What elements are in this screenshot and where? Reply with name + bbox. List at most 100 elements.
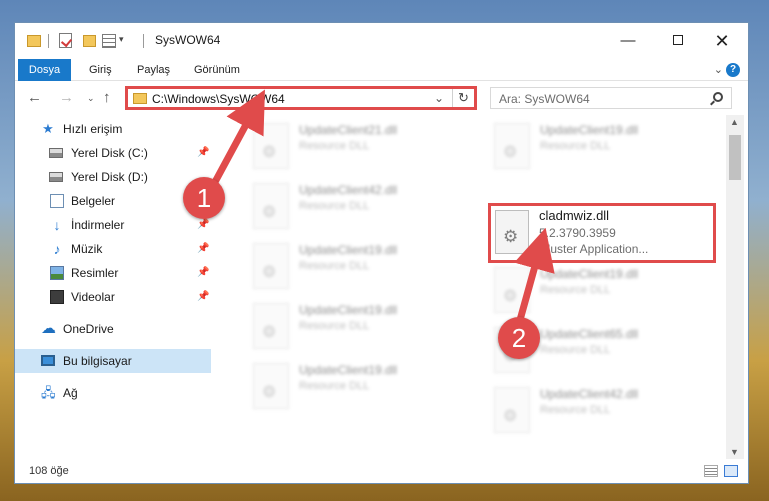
new-folder-icon[interactable] bbox=[83, 35, 96, 47]
vertical-scrollbar[interactable]: ▲ ▼ bbox=[726, 115, 744, 459]
rename-icon[interactable] bbox=[102, 34, 116, 48]
sidebar-item-label: Bu bilgisayar bbox=[63, 354, 132, 368]
videos-icon bbox=[50, 290, 64, 304]
file-type: Resource DLL bbox=[299, 200, 370, 212]
step-2-badge: 2 bbox=[498, 317, 540, 359]
pin-icon[interactable]: 📌 bbox=[197, 243, 209, 254]
onedrive-icon: ☁ bbox=[41, 320, 56, 337]
sidebar-item-label: Müzik bbox=[71, 242, 103, 256]
sidebar-item-documents[interactable]: Belgeler 📌 bbox=[15, 189, 211, 213]
minimize-button[interactable]: — bbox=[608, 29, 648, 53]
recent-locations-button[interactable]: ⌄ bbox=[87, 93, 95, 104]
scroll-down-icon[interactable]: ▼ bbox=[730, 447, 739, 457]
documents-icon bbox=[50, 194, 64, 208]
tab-home[interactable]: Giriş bbox=[89, 59, 112, 81]
explorer-window: ▾ SysWOW64 — ✕ Dosya Giriş Paylaş Görünü… bbox=[14, 22, 749, 484]
sidebar-item-label: Belgeler bbox=[71, 194, 116, 208]
pictures-icon bbox=[50, 266, 64, 280]
refresh-button[interactable]: ↻ bbox=[452, 89, 474, 107]
scrollbar-thumb[interactable] bbox=[729, 135, 741, 180]
file-name: UpdateClient21.dll bbox=[299, 123, 398, 137]
file-version: 5.2.3790.3959 bbox=[539, 226, 616, 240]
expand-ribbon-icon[interactable]: ⌄ bbox=[714, 63, 723, 76]
this-pc-icon bbox=[41, 355, 55, 366]
pin-icon[interactable]: 📌 bbox=[197, 291, 209, 302]
highlighted-file-tile[interactable]: cladmwiz.dll 5.2.3790.3959 Cluster Appli… bbox=[488, 203, 716, 263]
tab-share[interactable]: Paylaş bbox=[137, 59, 170, 81]
properties-check-icon[interactable] bbox=[59, 33, 72, 48]
file-name: UpdateClient19.dll bbox=[299, 303, 398, 317]
maximize-button[interactable] bbox=[658, 29, 698, 53]
file-name: cladmwiz.dll bbox=[539, 208, 610, 223]
quick-access-dropdown-icon[interactable]: ▾ bbox=[119, 34, 124, 50]
pin-icon[interactable]: 📌 bbox=[197, 147, 209, 158]
sidebar-item-local-disk-d[interactable]: Yerel Disk (D:) bbox=[15, 165, 211, 189]
sidebar-item-this-pc[interactable]: Bu bilgisayar bbox=[15, 349, 211, 373]
pin-icon[interactable]: 📌 bbox=[197, 219, 209, 230]
sidebar-item-videos[interactable]: Videolar 📌 bbox=[15, 285, 211, 309]
sidebar-item-label: İndirmeler bbox=[71, 218, 125, 232]
tab-view[interactable]: Görünüm bbox=[194, 59, 240, 81]
help-icon[interactable]: ? bbox=[726, 63, 740, 77]
large-icons-view-icon[interactable] bbox=[724, 465, 738, 477]
file-tile[interactable]: UpdateClient19.dll Resource DLL bbox=[249, 301, 479, 355]
navigation-bar: ← → ⌄ ↑ C:\Windows\SysWOW64 ⌄ ↻ Ara: Sys… bbox=[15, 81, 748, 115]
file-name: UpdateClient19.dll bbox=[299, 363, 398, 377]
sidebar-item-network[interactable]: 🖧 Ağ bbox=[15, 381, 211, 405]
file-type: Resource DLL bbox=[299, 320, 370, 332]
address-dropdown-icon[interactable]: ⌄ bbox=[434, 91, 444, 105]
file-type: Resource DLL bbox=[299, 260, 370, 272]
file-type: Resource DLL bbox=[540, 344, 611, 356]
sidebar-item-label: Yerel Disk (C:) bbox=[71, 146, 148, 160]
close-button[interactable]: ✕ bbox=[702, 29, 742, 53]
file-tile[interactable]: UpdateClient19.dll Resource DLL bbox=[249, 361, 479, 415]
sidebar-item-music[interactable]: ♪ Müzik 📌 bbox=[15, 237, 211, 261]
file-type: Resource DLL bbox=[540, 284, 611, 296]
search-icon[interactable] bbox=[713, 92, 723, 102]
dll-file-icon bbox=[494, 387, 530, 433]
sidebar-item-label: OneDrive bbox=[63, 322, 114, 336]
scroll-up-icon[interactable]: ▲ bbox=[730, 117, 739, 127]
up-button[interactable]: ↑ bbox=[103, 89, 111, 106]
forward-button[interactable]: → bbox=[59, 89, 74, 106]
sidebar-item-quick-access[interactable]: ★ Hızlı erişim bbox=[15, 117, 211, 141]
drive-icon bbox=[49, 148, 63, 158]
file-name: UpdateClient19.dll bbox=[540, 267, 639, 281]
file-tile[interactable]: UpdateClient21.dll Resource DLL bbox=[249, 121, 479, 175]
file-name: UpdateClient42.dll bbox=[299, 183, 398, 197]
tab-file[interactable]: Dosya bbox=[18, 59, 71, 81]
file-tile[interactable]: UpdateClient19.dll Resource DLL bbox=[490, 121, 720, 175]
file-description: Cluster Application... bbox=[539, 242, 649, 256]
file-tile[interactable]: UpdateClient19.dll Resource DLL bbox=[249, 241, 479, 295]
sidebar-item-local-disk-c[interactable]: Yerel Disk (C:) 📌 bbox=[15, 141, 211, 165]
file-name: UpdateClient19.dll bbox=[540, 123, 639, 137]
sidebar-item-pictures[interactable]: Resimler 📌 bbox=[15, 261, 211, 285]
toolbar-separator bbox=[48, 34, 49, 48]
search-placeholder: Ara: SysWOW64 bbox=[499, 92, 590, 106]
dll-file-icon bbox=[494, 123, 530, 169]
navigation-pane: ★ Hızlı erişim Yerel Disk (C:) 📌 Yerel D… bbox=[15, 115, 215, 459]
address-bar[interactable]: C:\Windows\SysWOW64 ⌄ ↻ bbox=[125, 86, 477, 110]
file-tile[interactable]: UpdateClient42.dll Resource DLL bbox=[490, 385, 720, 439]
window-title: SysWOW64 bbox=[155, 33, 221, 47]
sidebar-item-label: Resimler bbox=[71, 266, 119, 280]
address-path[interactable]: C:\Windows\SysWOW64 bbox=[152, 92, 285, 106]
sidebar-item-downloads[interactable]: ↓ İndirmeler 📌 bbox=[15, 213, 211, 237]
back-button[interactable]: ← bbox=[27, 89, 42, 106]
music-icon: ♪ bbox=[53, 241, 61, 257]
dll-file-icon bbox=[495, 210, 529, 254]
ribbon: Dosya Giriş Paylaş Görünüm ⌄ ? bbox=[15, 59, 748, 81]
folder-icon bbox=[133, 93, 147, 104]
downloads-icon: ↓ bbox=[53, 217, 61, 233]
file-tile[interactable]: UpdateClient42.dll Resource DLL bbox=[249, 181, 479, 235]
details-view-icon[interactable] bbox=[704, 465, 718, 477]
file-tile[interactable]: UpdateClient19.dll Resource DLL bbox=[490, 265, 720, 319]
pin-icon[interactable]: 📌 bbox=[197, 267, 209, 278]
search-input[interactable]: Ara: SysWOW64 bbox=[490, 87, 732, 109]
network-icon: 🖧 bbox=[41, 385, 56, 400]
file-type: Resource DLL bbox=[299, 140, 370, 152]
sidebar-item-onedrive[interactable]: ☁ OneDrive bbox=[15, 317, 211, 341]
dll-file-icon bbox=[253, 303, 289, 349]
folder-icon bbox=[27, 35, 41, 47]
file-name: UpdateClient19.dll bbox=[299, 243, 398, 257]
